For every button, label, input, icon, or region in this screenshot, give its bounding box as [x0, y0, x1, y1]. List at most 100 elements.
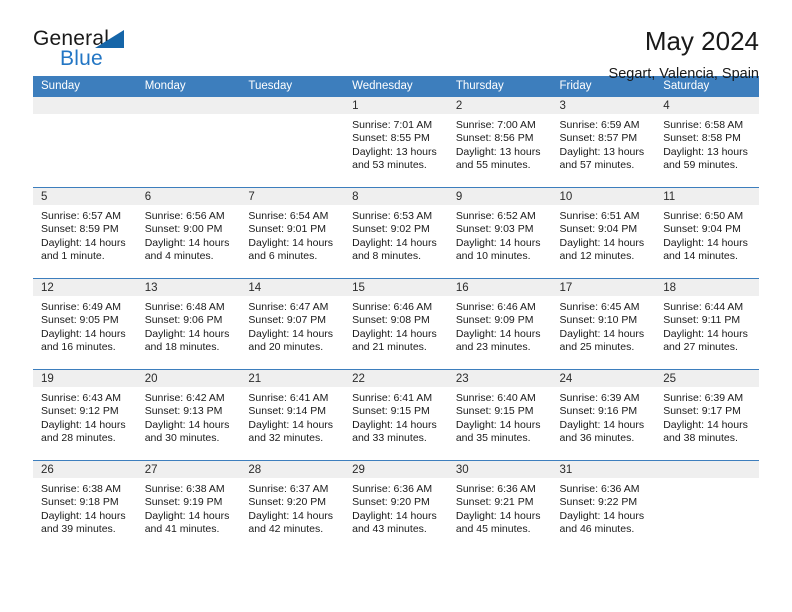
calendar-week-row: 12 Sunrise: 6:49 AM Sunset: 9:05 PM Dayligh…: [33, 278, 759, 370]
sunrise-time: Sunrise: 6:47 AM: [248, 301, 329, 313]
daylight-duration-line2: and 23 minutes.: [455, 341, 531, 354]
daylight-duration-line2: and 33 minutes.: [352, 432, 427, 445]
calendar-day-cell[interactable]: 6 Sunrise: 6:56 AM Sunset: 9:00 PM Daylight…: [136, 187, 241, 279]
sunrise-time: Sunrise: 6:42 AM: [144, 392, 225, 404]
weekday-header-sunday: Sunday: [33, 76, 137, 97]
daylight-duration-line1: Daylight: 14 hours: [144, 509, 230, 522]
calendar-day-cell[interactable]: 7 Sunrise: 6:54 AM Sunset: 9:01 PM Daylight…: [240, 187, 345, 279]
calendar-day-cell[interactable]: 22 Sunrise: 6:41 AM Sunset: 9:15 PM Dayligh…: [344, 369, 448, 461]
daylight-duration-line1: Daylight: 14 hours: [41, 236, 126, 249]
calendar-day-cell[interactable]: 1 Sunrise: 7:01 AM Sunset: 8:55 PM Daylight…: [344, 97, 448, 188]
calendar-day-cell-empty: [136, 97, 241, 188]
calendar-day-cell[interactable]: 9 Sunrise: 6:52 AM Sunset: 9:03 PM Daylight…: [447, 187, 552, 279]
sunset-time: Sunset: 8:58 PM: [663, 132, 741, 145]
daylight-duration-line2: and 41 minutes.: [144, 523, 220, 536]
sunset-time: Sunset: 9:15 PM: [352, 405, 430, 418]
day-number: 11: [655, 188, 759, 205]
daylight-duration-line2: and 18 minutes.: [144, 341, 220, 354]
day-number: 5: [33, 188, 137, 205]
sunrise-time: Sunrise: 7:00 AM: [455, 119, 536, 131]
sunrise-time: Sunrise: 6:46 AM: [455, 301, 536, 313]
sunset-time: Sunset: 8:56 PM: [455, 132, 534, 145]
daylight-duration-line2: and 35 minutes.: [455, 432, 531, 445]
calendar-day-cell[interactable]: 14 Sunrise: 6:47 AM Sunset: 9:07 PM Dayligh…: [240, 278, 345, 370]
calendar-day-cell[interactable]: 3 Sunrise: 6:59 AM Sunset: 8:57 PM Daylight…: [551, 97, 656, 188]
daylight-duration-line1: Daylight: 14 hours: [248, 327, 334, 340]
calendar-day-cell[interactable]: 30 Sunrise: 6:36 AM Sunset: 9:21 PM Dayligh…: [447, 460, 552, 551]
calendar-day-cell[interactable]: 17 Sunrise: 6:45 AM Sunset: 9:10 PM Dayligh…: [551, 278, 656, 370]
sunrise-time: Sunrise: 6:43 AM: [41, 392, 121, 404]
calendar-day-cell[interactable]: 15 Sunrise: 6:46 AM Sunset: 9:08 PM Dayligh…: [344, 278, 448, 370]
daylight-duration-line2: and 16 minutes.: [41, 341, 116, 354]
day-number: [240, 97, 345, 114]
sunrise-time: Sunrise: 6:38 AM: [144, 483, 225, 495]
title-block: May 2024 Segart, Valencia, Spain: [609, 27, 759, 82]
calendar-day-cell[interactable]: 19 Sunrise: 6:43 AM Sunset: 9:12 PM Dayligh…: [33, 369, 137, 461]
calendar-day-cell[interactable]: 25 Sunrise: 6:39 AM Sunset: 9:17 PM Dayligh…: [655, 369, 759, 461]
daylight-duration-line1: Daylight: 13 hours: [352, 145, 437, 158]
day-number: 15: [344, 279, 448, 296]
sunset-time: Sunset: 9:13 PM: [144, 405, 223, 418]
day-number: 1: [344, 97, 448, 114]
daylight-duration-line1: Daylight: 14 hours: [41, 327, 126, 340]
sunrise-time: Sunrise: 6:36 AM: [352, 483, 433, 495]
calendar-week-row: 5 Sunrise: 6:57 AM Sunset: 8:59 PM Daylight…: [33, 187, 759, 279]
sunrise-time: Sunrise: 6:41 AM: [248, 392, 329, 404]
calendar-day-cell[interactable]: 27 Sunrise: 6:38 AM Sunset: 9:19 PM Dayligh…: [136, 460, 241, 551]
daylight-duration-line2: and 53 minutes.: [352, 159, 427, 172]
calendar-week-row: 19 Sunrise: 6:43 AM Sunset: 9:12 PM Dayligh…: [33, 369, 759, 461]
daylight-duration-line2: and 27 minutes.: [663, 341, 738, 354]
day-details: Sunrise: 6:45 AM Sunset: 9:10 PM Daylight:…: [552, 296, 656, 355]
sunrise-time: Sunrise: 6:36 AM: [455, 483, 536, 495]
day-number: 17: [551, 279, 656, 296]
daylight-duration-line1: Daylight: 14 hours: [455, 418, 541, 431]
calendar-day-cell[interactable]: 11 Sunrise: 6:50 AM Sunset: 9:04 PM Dayligh…: [655, 187, 759, 279]
calendar-day-cell[interactable]: 18 Sunrise: 6:44 AM Sunset: 9:11 PM Dayligh…: [655, 278, 759, 370]
daylight-duration-line2: and 32 minutes.: [248, 432, 324, 445]
day-details: Sunrise: 6:41 AM Sunset: 9:14 PM Daylight:…: [240, 387, 344, 446]
calendar-day-cell[interactable]: 29 Sunrise: 6:36 AM Sunset: 9:20 PM Dayligh…: [344, 460, 448, 551]
day-details: Sunrise: 6:54 AM Sunset: 9:01 PM Daylight:…: [240, 205, 344, 264]
daylight-duration-line2: and 20 minutes.: [248, 341, 324, 354]
weekday-header-wednesday: Wednesday: [344, 76, 448, 97]
sunset-time: Sunset: 9:11 PM: [663, 314, 741, 327]
sunset-time: Sunset: 9:17 PM: [663, 405, 741, 418]
calendar-day-cell-empty: [240, 97, 345, 188]
daylight-duration-line2: and 36 minutes.: [559, 432, 635, 445]
sunset-time: Sunset: 9:21 PM: [455, 496, 534, 509]
calendar-day-cell[interactable]: 10 Sunrise: 6:51 AM Sunset: 9:04 PM Dayligh…: [551, 187, 656, 279]
calendar-day-cell[interactable]: 8 Sunrise: 6:53 AM Sunset: 9:02 PM Daylight…: [344, 187, 448, 279]
daylight-duration-line1: Daylight: 14 hours: [352, 509, 437, 522]
calendar-day-cell[interactable]: 20 Sunrise: 6:42 AM Sunset: 9:13 PM Dayligh…: [136, 369, 241, 461]
daylight-duration-line1: Daylight: 14 hours: [352, 327, 437, 340]
day-number: 8: [344, 188, 448, 205]
day-number: 31: [551, 461, 656, 478]
calendar-day-cell[interactable]: 5 Sunrise: 6:57 AM Sunset: 8:59 PM Daylight…: [33, 187, 137, 279]
day-number: 10: [551, 188, 656, 205]
calendar-day-cell[interactable]: 28 Sunrise: 6:37 AM Sunset: 9:20 PM Dayligh…: [240, 460, 345, 551]
calendar-day-cell[interactable]: 4 Sunrise: 6:58 AM Sunset: 8:58 PM Daylight…: [655, 97, 759, 188]
calendar-day-cell[interactable]: 16 Sunrise: 6:46 AM Sunset: 9:09 PM Dayligh…: [447, 278, 552, 370]
daylight-duration-line2: and 42 minutes.: [248, 523, 324, 536]
calendar-day-cell[interactable]: 31 Sunrise: 6:36 AM Sunset: 9:22 PM Dayligh…: [551, 460, 656, 551]
calendar-day-cell[interactable]: 23 Sunrise: 6:40 AM Sunset: 9:15 PM Dayligh…: [447, 369, 552, 461]
sunrise-time: Sunrise: 6:56 AM: [144, 210, 225, 222]
day-details: Sunrise: 6:58 AM Sunset: 8:58 PM Daylight:…: [655, 114, 759, 173]
day-details: [655, 478, 759, 483]
calendar-day-cell[interactable]: 26 Sunrise: 6:38 AM Sunset: 9:18 PM Dayligh…: [33, 460, 137, 551]
day-number: 30: [447, 461, 552, 478]
day-number: 22: [344, 370, 448, 387]
calendar-day-cell[interactable]: 13 Sunrise: 6:48 AM Sunset: 9:06 PM Dayligh…: [136, 278, 241, 370]
sunset-time: Sunset: 9:10 PM: [559, 314, 638, 327]
sunrise-time: Sunrise: 6:37 AM: [248, 483, 329, 495]
calendar-day-cell[interactable]: 21 Sunrise: 6:41 AM Sunset: 9:14 PM Dayligh…: [240, 369, 345, 461]
day-number: 29: [344, 461, 448, 478]
calendar-day-cell[interactable]: 24 Sunrise: 6:39 AM Sunset: 9:16 PM Dayligh…: [551, 369, 656, 461]
daylight-duration-line2: and 30 minutes.: [144, 432, 220, 445]
day-details: Sunrise: 6:36 AM Sunset: 9:20 PM Daylight:…: [344, 478, 448, 537]
daylight-duration-line1: Daylight: 13 hours: [455, 145, 541, 158]
sunset-time: Sunset: 9:18 PM: [41, 496, 119, 509]
calendar-day-cell[interactable]: 2 Sunrise: 7:00 AM Sunset: 8:56 PM Daylight…: [447, 97, 552, 188]
calendar-day-cell[interactable]: 12 Sunrise: 6:49 AM Sunset: 9:05 PM Dayligh…: [33, 278, 137, 370]
sunset-time: Sunset: 9:14 PM: [248, 405, 327, 418]
